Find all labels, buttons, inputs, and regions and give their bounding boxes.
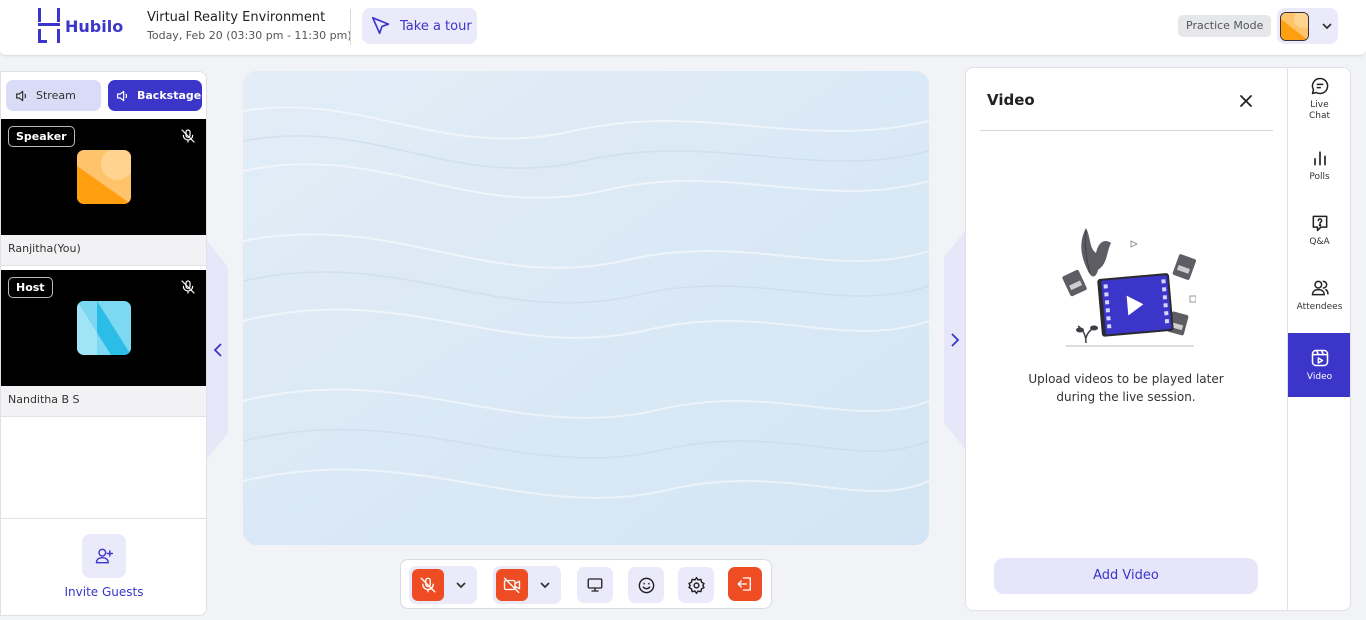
invite-guests-label[interactable]: Invite Guests [1,585,206,599]
chevron-down-icon[interactable] [538,578,552,592]
cursor-pointer-icon [371,16,390,35]
camera-toggle-button[interactable] [496,569,528,601]
chevron-right-icon [951,333,960,347]
invite-guests-button[interactable] [82,534,126,578]
take-a-tour-label: Take a tour [400,18,472,34]
mic-toggle-button[interactable] [412,569,444,601]
take-a-tour-button[interactable]: Take a tour [362,8,477,44]
stage-video-area [243,71,929,545]
attendees-icon [1311,280,1329,296]
smiley-icon [638,577,654,593]
backstage-label: Backstage [137,89,202,102]
camera-control-group [493,566,561,604]
empty-state-message: Upload videos to be played later during … [986,370,1266,406]
stage-background [243,71,929,545]
speaker-icon [16,90,27,101]
chevron-left-icon [213,343,222,357]
mic-off-icon [181,280,195,294]
rail-item-polls[interactable]: Polls [1288,148,1350,198]
mic-control-group [409,566,477,604]
participants-panel: Stream Backstage Speaker Ranjitha(You) H… [0,71,207,616]
role-badge: Host [8,277,53,298]
polls-icon [1313,151,1326,166]
rail-label: Live Chat [1308,100,1331,121]
event-time: Today, Feb 20 (03:30 pm - 11:30 pm) [147,29,352,42]
mic-off-icon [420,577,436,593]
exit-icon [737,577,751,591]
rail-item-qa[interactable]: Q&A [1288,213,1350,265]
rail-item-attendees[interactable]: Attendees [1288,278,1350,330]
reactions-button[interactable] [628,567,664,603]
rail-item-live-chat[interactable]: Live Chat [1288,76,1350,134]
mic-off-icon [181,129,195,143]
right-side-panel: Video Upload videos to be played later d… [965,67,1351,611]
speaker-icon [117,90,128,101]
monitor-icon [587,578,603,592]
chevron-down-icon[interactable] [454,578,468,592]
chevron-down-icon [1322,23,1332,30]
role-badge: Speaker [8,126,75,147]
video-icon [1311,349,1328,366]
empty-state-line-2: during the live session. [1056,390,1196,404]
invite-guests-section: Invite Guests [1,518,206,615]
gear-icon [687,576,705,594]
stream-label: Stream [36,89,76,102]
participant-tile[interactable]: Host [1,270,206,386]
hubilo-logo-mark [38,8,60,43]
participant-name: Nanditha B S [1,386,206,417]
practice-mode-badge: Practice Mode [1178,15,1272,37]
avatar [77,301,131,355]
participant-tile[interactable]: Speaker [1,119,206,235]
expand-right-panel-button[interactable] [944,231,965,449]
settings-button[interactable] [678,567,714,603]
header-divider [350,9,351,45]
screen-share-button[interactable] [577,567,613,603]
rail-label: Polls [1309,172,1330,182]
stream-tab[interactable]: Stream [6,80,101,111]
backstage-tab[interactable]: Backstage [108,80,202,111]
panel-nav-rail: Live Chat Polls Q&A Attendees Video [1287,68,1350,610]
event-title: Virtual Reality Environment [147,10,326,25]
panel-title: Video [987,91,1035,109]
rail-label: Attendees [1296,302,1343,312]
top-header: Hubilo Virtual Reality Environment Today… [0,0,1366,56]
video-upload-illustration [1062,228,1196,347]
close-icon[interactable] [1238,93,1254,109]
add-video-button[interactable]: Add Video [994,558,1258,594]
participant-name: Ranjitha(You) [1,235,206,266]
camera-off-icon [503,577,521,594]
collapse-left-panel-button[interactable] [207,241,228,459]
question-icon [1312,215,1327,232]
media-control-bar [400,559,772,609]
empty-state-line-1: Upload videos to be played later [1028,372,1224,386]
panel-divider [980,130,1273,131]
chat-icon [1311,77,1328,95]
logo-text: Hubilo [65,16,124,36]
rail-label: Video [1306,371,1333,382]
add-user-icon [95,548,114,564]
hubilo-logo[interactable]: Hubilo [36,7,123,45]
rail-item-video[interactable]: Video [1288,333,1350,397]
leave-session-button[interactable] [728,567,762,601]
profile-menu[interactable] [1277,8,1338,44]
rail-label: Q&A [1309,237,1330,247]
avatar [1280,12,1309,41]
avatar [77,150,131,204]
